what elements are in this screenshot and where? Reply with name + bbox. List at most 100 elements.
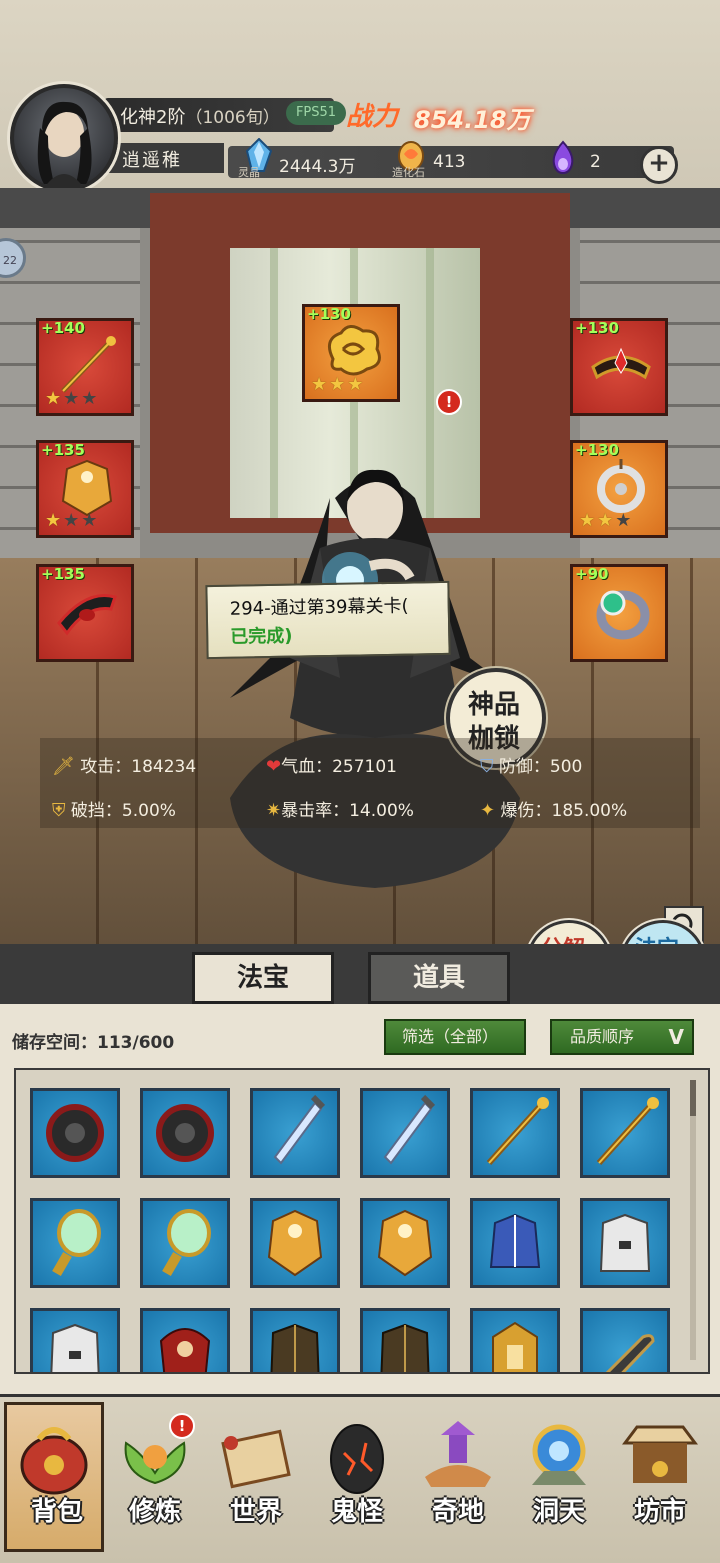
golden-armor-icon [267,1209,323,1277]
tab-treasure[interactable]: 法宝 [192,952,334,1004]
inventory-item[interactable] [580,1088,670,1178]
realm-label: 化神2阶（1006旬） [120,103,280,129]
inventory-item[interactable] [470,1308,560,1372]
star-rating: ★★★ [45,510,100,531]
age-text: （1006旬） [185,108,280,128]
avatar-portrait-icon [37,101,92,188]
inventory-item[interactable] [140,1088,230,1178]
nav-label: 修炼 [128,1497,181,1527]
crit-rate-icon: ✷ [266,800,282,821]
inventory-item[interactable] [140,1198,230,1288]
slot-bonus: +140 [41,319,85,337]
inventory-item[interactable] [30,1088,120,1178]
horn-icon [605,1334,655,1372]
dark-wheel-icon [156,1104,214,1162]
white-robe-icon [599,1213,651,1272]
power-value: 854.18万 [414,106,531,134]
inventory-item[interactable] [360,1308,450,1372]
nav-label: 背包 [30,1497,83,1527]
slot-bonus: +135 [41,565,85,583]
quest-tracker[interactable]: 294-通过第39幕关卡( 已完成) [205,580,451,660]
nav-item-pagoda[interactable]: 奇地 [408,1405,508,1545]
stat-attack: 🗡 攻击：184234 [52,756,197,777]
nav-item-demon-egg[interactable]: 鬼怪 [307,1405,407,1545]
equip-slot-right-1[interactable]: +130 [570,318,668,416]
tab-items[interactable]: 道具 [368,952,510,1004]
fps-counter: FPS51 [286,101,346,125]
sort-dropdown[interactable]: 品质顺序 V [550,1019,694,1055]
inventory-item[interactable] [30,1308,120,1372]
add-resource-button[interactable]: + [640,146,678,184]
equip-slot-left-2[interactable]: +135 ★★★ [36,440,134,538]
brown-robe-icon [270,1323,320,1372]
seal-line-1: 神品 [468,690,521,720]
crit-damage-icon: ✦ [480,800,496,821]
inventory-item[interactable] [580,1308,670,1372]
inventory-item[interactable] [360,1198,450,1288]
jade-ring-icon [596,590,650,640]
slot-bonus: +130 [575,319,619,337]
nav-label: 坊市 [633,1497,686,1527]
inventory-item[interactable] [250,1198,340,1288]
inventory-item[interactable] [30,1198,120,1288]
player-name[interactable]: 逍遥稚 [122,146,182,172]
portal-icon [532,1424,586,1485]
golden-staff-icon [596,1097,659,1166]
inventory-item[interactable] [470,1088,560,1178]
star-rating: ★★★ [579,510,634,531]
creation-stone-caption: 造化石 [392,166,425,179]
realm-text: 化神2阶 [120,107,186,128]
inventory-item[interactable] [470,1198,560,1288]
nav-label: 洞天 [532,1497,585,1527]
dark-wheel-icon [46,1104,104,1162]
ice-sword-icon [273,1094,326,1165]
player-avatar[interactable] [10,84,118,192]
filter-button[interactable]: 筛选（全部） [384,1019,526,1055]
stat-crit-damage: ✦ 爆伤：185.00% [480,800,628,821]
slot-bonus: +130 [307,305,351,323]
jade-mirror-icon [162,1209,211,1277]
brown-robe-icon [380,1323,430,1372]
storage-capacity: 储存空间：113/600 [12,1033,175,1053]
star-rating: ★★★ [311,374,366,395]
inventory-item[interactable] [360,1088,450,1178]
nav-item-portal[interactable]: 洞天 [509,1405,609,1545]
equip-slot-left-3[interactable]: +135 [36,564,134,662]
break-block-icon: ⛨ [52,800,66,821]
chevron-down-icon: V [668,1025,684,1049]
inventory-scrollbar[interactable] [690,1080,696,1360]
white-robe-icon [50,1323,100,1372]
demon-egg-icon [330,1424,384,1494]
quest-status: 已完成) [230,625,293,648]
purple-flame-icon [552,140,574,175]
heart-icon: ❤ [266,756,282,777]
resource-purple-flame[interactable] [548,140,578,178]
equip-slot-top[interactable]: +130 ★★★ [302,304,400,402]
equip-slot-right-3[interactable]: +90 [570,564,668,662]
golden-armor-icon [377,1209,433,1277]
jade-mirror-icon [52,1209,101,1277]
sort-label: 品质顺序 [570,1027,635,1046]
slot-bonus: +130 [575,441,619,459]
nav-label: 世界 [229,1497,282,1527]
nav-item-market-stall[interactable]: 坊市 [610,1405,710,1545]
spirit-crystal-caption: 灵晶 [238,166,260,179]
inventory-item[interactable] [580,1198,670,1288]
nav-item-bag[interactable]: 背包 [4,1402,104,1552]
bag-icon [20,1427,88,1495]
nav-label: 鬼怪 [330,1497,383,1527]
shield-icon: ⛉ [480,756,494,777]
equip-slot-left-1[interactable]: +140 ★★★ [36,318,134,416]
inventory-item[interactable] [250,1088,340,1178]
nav-item-lotus[interactable]: 修炼! [105,1405,205,1545]
inventory-item[interactable] [140,1308,230,1372]
stat-hp: ❤气血：257101 [266,756,397,777]
crown-headband-icon [591,347,651,380]
inventory-item[interactable] [250,1308,340,1372]
pagoda-icon [425,1421,491,1487]
nav-item-scroll-map[interactable]: 世界 [206,1405,306,1545]
stat-break: ⛨ 破挡：5.00% [52,800,176,821]
equip-slot-right-2[interactable]: +130 ★★★ [570,440,668,538]
nav-label: 奇地 [431,1497,484,1527]
red-beast-armor-icon [159,1328,211,1372]
